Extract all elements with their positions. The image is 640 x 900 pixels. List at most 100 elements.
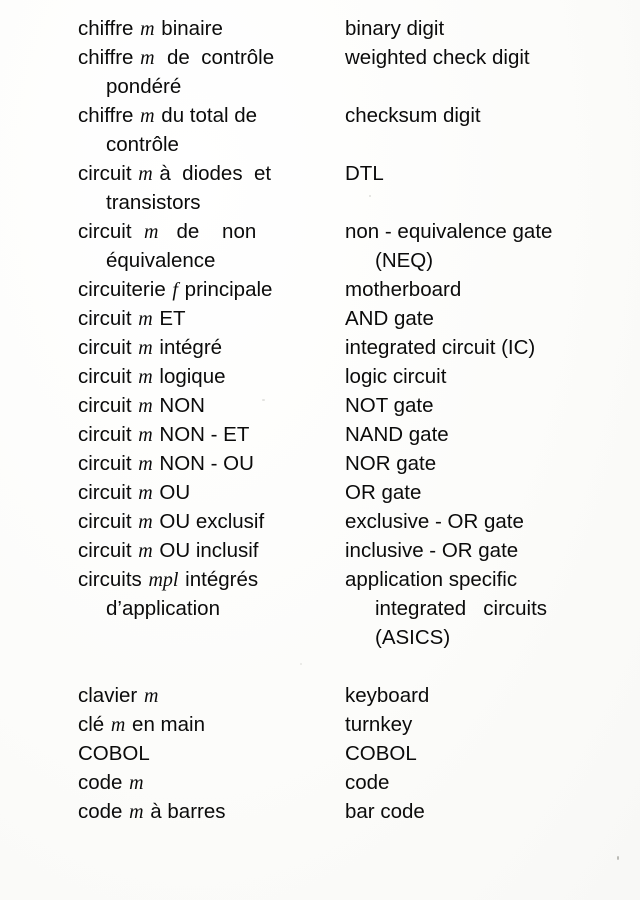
entry-list: chiffre m binaire binary digit chiffre m d… [0, 14, 640, 826]
dictionary-entry[interactable]: circuit m OU OR gate [0, 478, 640, 507]
term-french: transistors [78, 188, 358, 217]
translation-english: keyboard [345, 684, 430, 707]
term-french: chiffre m du total de [78, 101, 330, 131]
gender-marker: m [143, 221, 159, 243]
entry-line: chiffre m binaire binary digit [0, 14, 640, 43]
term-text-tail: principale [178, 278, 273, 301]
term-text-tail: de non [159, 220, 257, 243]
dictionary-entry[interactable]: chiffre m binaire binary digit [0, 14, 640, 43]
dictionary-entry[interactable]: code m à barres bar code [0, 797, 640, 826]
translation-english: exclusive - OR gate [345, 510, 524, 533]
translation-english: NAND gate [345, 423, 449, 446]
term-text: circuit [78, 162, 138, 185]
term-text-tail: logique [153, 365, 226, 388]
translation-english: DTL [345, 162, 384, 185]
term-text: circuit [78, 220, 143, 243]
entry-line: circuit m OU exclusif exclusive - OR gate [0, 507, 640, 536]
entry-line: circuit m de non non - equivalence gate [0, 217, 640, 246]
dictionary-entry[interactable]: chiffre m de contrôle weighted check digi… [0, 43, 640, 101]
term-text-tail: intégrés [179, 568, 259, 591]
term-text: circuit [78, 365, 138, 388]
entry-line: circuiterie f principale motherboard [0, 275, 640, 304]
translation-english: NOT gate [345, 394, 434, 417]
term-text-tail: à barres [144, 800, 226, 823]
translation-english: turnkey [345, 713, 413, 736]
entry-line: transistors [0, 188, 640, 217]
term-text: clavier [78, 684, 143, 707]
translation-english: (NEQ) [375, 249, 434, 272]
term-french: code m [78, 768, 330, 798]
translation-english: application specific [345, 568, 518, 591]
dictionary-entry[interactable]: code m code [0, 768, 640, 797]
term-text: contrôle [106, 133, 179, 156]
term-text-tail: OU inclusif [153, 539, 259, 562]
entry-line: COBOL COBOL [0, 739, 640, 768]
term-text-tail: NON [153, 394, 205, 417]
gender-marker: m [140, 18, 155, 40]
term-text: chiffre [78, 17, 140, 40]
term-french: circuit m ET [78, 304, 330, 334]
entry-line: clavier m keyboard [0, 681, 640, 710]
entry-line: circuit m OU inclusif inclusive - OR gate [0, 536, 640, 565]
dictionary-entry[interactable]: circuit m NON NOT gate [0, 391, 640, 420]
dictionary-entry[interactable]: COBOL COBOL [0, 739, 640, 768]
gender-marker: m [143, 685, 159, 707]
entry-line: contrôle [0, 130, 640, 159]
term-french: circuit m OU inclusif [78, 536, 330, 566]
translation-english: integrated circuit (IC) [345, 336, 536, 359]
term-french: circuit m OU [78, 478, 330, 508]
entry-line: équivalence (NEQ) [0, 246, 640, 275]
dictionary-entry[interactable]: circuit m de non non - equivalence gate éq… [0, 217, 640, 275]
dictionary-entry[interactable]: circuit m à diodes et DTL transistors [0, 159, 640, 217]
dictionary-entry[interactable]: circuit m intégré integrated circuit (IC) [0, 333, 640, 362]
entry-line: chiffre m de contrôle weighted check digi… [0, 43, 640, 72]
term-text-tail: NON - ET [153, 423, 250, 446]
term-text: pondéré [106, 75, 182, 98]
dictionary-entry[interactable]: clé m en main turnkey [0, 710, 640, 739]
term-french: contrôle [78, 130, 358, 159]
entry-line: circuit m NON - OU NOR gate [0, 449, 640, 478]
entry-line: d’application integrated circuits [0, 594, 640, 623]
term-french: circuiterie f principale [78, 275, 330, 305]
term-text-tail: binaire [155, 17, 223, 40]
term-french: clavier m [78, 681, 330, 711]
term-text: COBOL [78, 742, 150, 765]
gender-marker: m [138, 511, 153, 533]
term-text: transistors [106, 191, 201, 214]
entry-line: circuit m à diodes et DTL [0, 159, 640, 188]
term-text-tail: OU [153, 481, 191, 504]
term-text: chiffre [78, 104, 140, 127]
term-french: circuit m intégré [78, 333, 330, 363]
translation-english: weighted check digit [345, 46, 530, 69]
dictionary-entry[interactable]: chiffre m du total de checksum digit contr… [0, 101, 640, 159]
dictionary-entry[interactable]: circuit m OU exclusif exclusive - OR gate [0, 507, 640, 536]
term-text: circuiterie [78, 278, 172, 301]
dictionary-entry[interactable]: circuit m NON - OU NOR gate [0, 449, 640, 478]
dictionary-entry[interactable]: circuits mpl intégrés application specifi… [0, 565, 640, 652]
dictionary-entry[interactable]: circuit m NON - ET NAND gate [0, 420, 640, 449]
gender-marker: m [138, 540, 153, 562]
entry-line: circuit m ET AND gate [0, 304, 640, 333]
term-text-tail: NON - OU [153, 452, 254, 475]
dictionary-entry[interactable]: circuit m logique logic circuit [0, 362, 640, 391]
translation-english: checksum digit [345, 104, 481, 127]
term-french: pondéré [78, 72, 358, 101]
entry-line: circuit m NON - ET NAND gate [0, 420, 640, 449]
dictionary-entry[interactable]: circuiterie f principale motherboard [0, 275, 640, 304]
term-text-tail: de contrôle [155, 46, 275, 69]
dictionary-entry[interactable]: circuit m OU inclusif inclusive - OR gate [0, 536, 640, 565]
term-text: circuit [78, 423, 138, 446]
dictionary-entry[interactable]: circuit m ET AND gate [0, 304, 640, 333]
term-text: circuit [78, 394, 138, 417]
translation-english: integrated circuits [375, 597, 548, 620]
translation-english: code [345, 771, 390, 794]
entry-line: circuit m intégré integrated circuit (IC) [0, 333, 640, 362]
gender-marker: m [138, 308, 153, 330]
term-text: circuits [78, 568, 148, 591]
gender-marker: m [138, 395, 153, 417]
term-text: circuit [78, 481, 138, 504]
gender-marker: m [138, 453, 153, 475]
dictionary-page: chiffre m binaire binary digit chiffre m d… [0, 0, 640, 900]
term-text: chiffre [78, 46, 140, 69]
dictionary-entry[interactable]: clavier m keyboard [0, 681, 640, 710]
